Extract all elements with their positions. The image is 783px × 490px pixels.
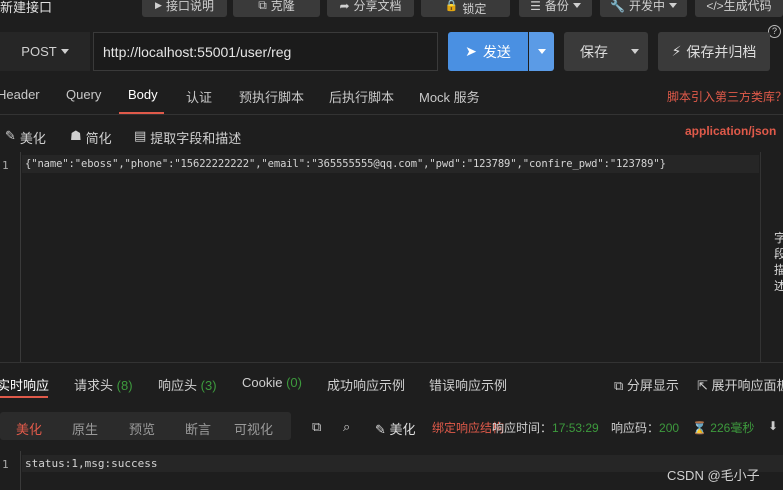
view-beautify[interactable]: 美化 <box>16 419 42 438</box>
divider <box>0 362 783 363</box>
url-input[interactable]: http://localhost:55001/user/reg <box>93 32 438 71</box>
play-icon: ▶ <box>155 0 162 10</box>
extract-fields-button[interactable]: ▤ 提取字段和描述 <box>134 128 241 147</box>
response-beautify-button[interactable]: ✎ 美化 <box>375 419 416 438</box>
request-body-editor[interactable]: {"name":"eboss","phone":"15622222222","e… <box>25 158 666 170</box>
response-time: 响应时间：17:53:29 <box>492 421 599 435</box>
lock-button[interactable]: 🔒 锁定 <box>421 0 510 17</box>
editor-line-number: 1 <box>2 159 9 172</box>
field-description-panel[interactable]: 字段描述 <box>760 152 783 362</box>
tab-mock[interactable]: Mock 服务 <box>419 87 480 106</box>
share-icon: ➦ <box>339 0 350 13</box>
copy-icon[interactable]: ⧉ <box>312 419 321 435</box>
codegen-button[interactable]: </>生成代码 <box>695 0 783 17</box>
save-button[interactable]: 保存 <box>564 32 648 71</box>
share-button[interactable]: ➦ 分享文档 <box>327 0 414 17</box>
send-icon: ➤ <box>465 43 477 59</box>
simplify-button[interactable]: ☗ 简化 <box>70 128 112 147</box>
tree-icon: ☗ <box>70 128 82 143</box>
doc-button[interactable]: ▶ 接口说明 <box>142 0 227 17</box>
chevron-down-icon <box>631 49 639 54</box>
view-assert[interactable]: 断言 <box>185 419 211 438</box>
tab-query[interactable]: Query <box>66 87 101 102</box>
copy-icon: ⧉ <box>258 0 267 12</box>
backup-button[interactable]: ☰ 备份 <box>519 0 592 17</box>
response-code: 响应码：200 <box>611 421 680 435</box>
chevron-down-icon <box>572 3 581 8</box>
expand-panel-button[interactable]: ⇱ 展开响应面板 <box>697 375 783 394</box>
database-icon: ☰ <box>530 0 541 13</box>
response-body[interactable]: status:1,msg:success <box>25 457 157 470</box>
watermark: CSDN @毛小子 <box>667 468 760 483</box>
editor-gutter <box>0 152 21 362</box>
hourglass-icon: ⌛ <box>692 421 707 435</box>
split-view-button[interactable]: ⧉ 分屏显示 <box>614 375 679 394</box>
expand-icon: ⇱ <box>697 378 708 393</box>
view-preview[interactable]: 预览 <box>129 419 155 438</box>
download-icon[interactable]: ⬇ <box>768 419 778 433</box>
chevron-down-icon <box>60 49 69 54</box>
tab-pre-script[interactable]: 预执行脚本 <box>239 87 304 106</box>
wrench-icon: 🔧 <box>610 0 625 13</box>
tab-request-headers[interactable]: 请求头 (8) <box>74 375 133 394</box>
tab-header[interactable]: Header <box>0 87 40 102</box>
tab-cookie[interactable]: Cookie (0) <box>242 375 302 390</box>
method-select[interactable]: POST <box>0 32 90 71</box>
send-dropdown-button[interactable] <box>529 32 554 71</box>
send-button[interactable]: ➤ 发送 <box>448 32 528 71</box>
tab-error-example[interactable]: 错误响应示例 <box>429 375 507 394</box>
chevron-down-icon <box>668 3 677 8</box>
tab-response-headers[interactable]: 响应头 (3) <box>158 375 217 394</box>
clone-button[interactable]: ⧉ 克隆 <box>233 0 320 17</box>
content-type-select[interactable]: application/json <box>685 124 776 138</box>
tab-auth[interactable]: 认证 <box>186 87 212 106</box>
tab-realtime-response[interactable]: 实时响应 <box>0 375 49 394</box>
tab-success-example[interactable]: 成功响应示例 <box>327 375 405 394</box>
wand-icon: ✎ <box>375 422 386 437</box>
search-icon[interactable]: ⌕ <box>343 419 350 435</box>
response-line-number: 1 <box>2 458 9 471</box>
field-description-label: 字段描述 <box>774 231 783 293</box>
save-archive-button[interactable]: ⚡ 保存并归档 <box>658 32 770 71</box>
beautify-button[interactable]: ✎ 美化 <box>5 128 46 147</box>
document-icon: ▤ <box>134 128 147 143</box>
dev-status-button[interactable]: 🔧 开发中 <box>600 0 687 17</box>
realtime-underline <box>0 396 48 398</box>
divider <box>0 114 783 115</box>
tab-body[interactable]: Body <box>128 87 158 102</box>
lightning-icon: ⚡ <box>671 43 682 59</box>
tab-post-script[interactable]: 后执行脚本 <box>329 87 394 106</box>
chevron-down-icon <box>537 49 546 54</box>
window-title: 新建接口 <box>0 0 53 15</box>
wand-icon: ✎ <box>5 128 16 143</box>
view-raw[interactable]: 原生 <box>72 419 98 438</box>
response-duration: ⌛ 226毫秒 <box>692 421 755 435</box>
third-party-link[interactable]: 脚本引入第三方类库？ <box>667 88 783 105</box>
lock-icon: 🔒 <box>444 0 459 12</box>
view-visual[interactable]: 可视化 <box>234 419 273 438</box>
split-icon: ⧉ <box>614 378 624 393</box>
